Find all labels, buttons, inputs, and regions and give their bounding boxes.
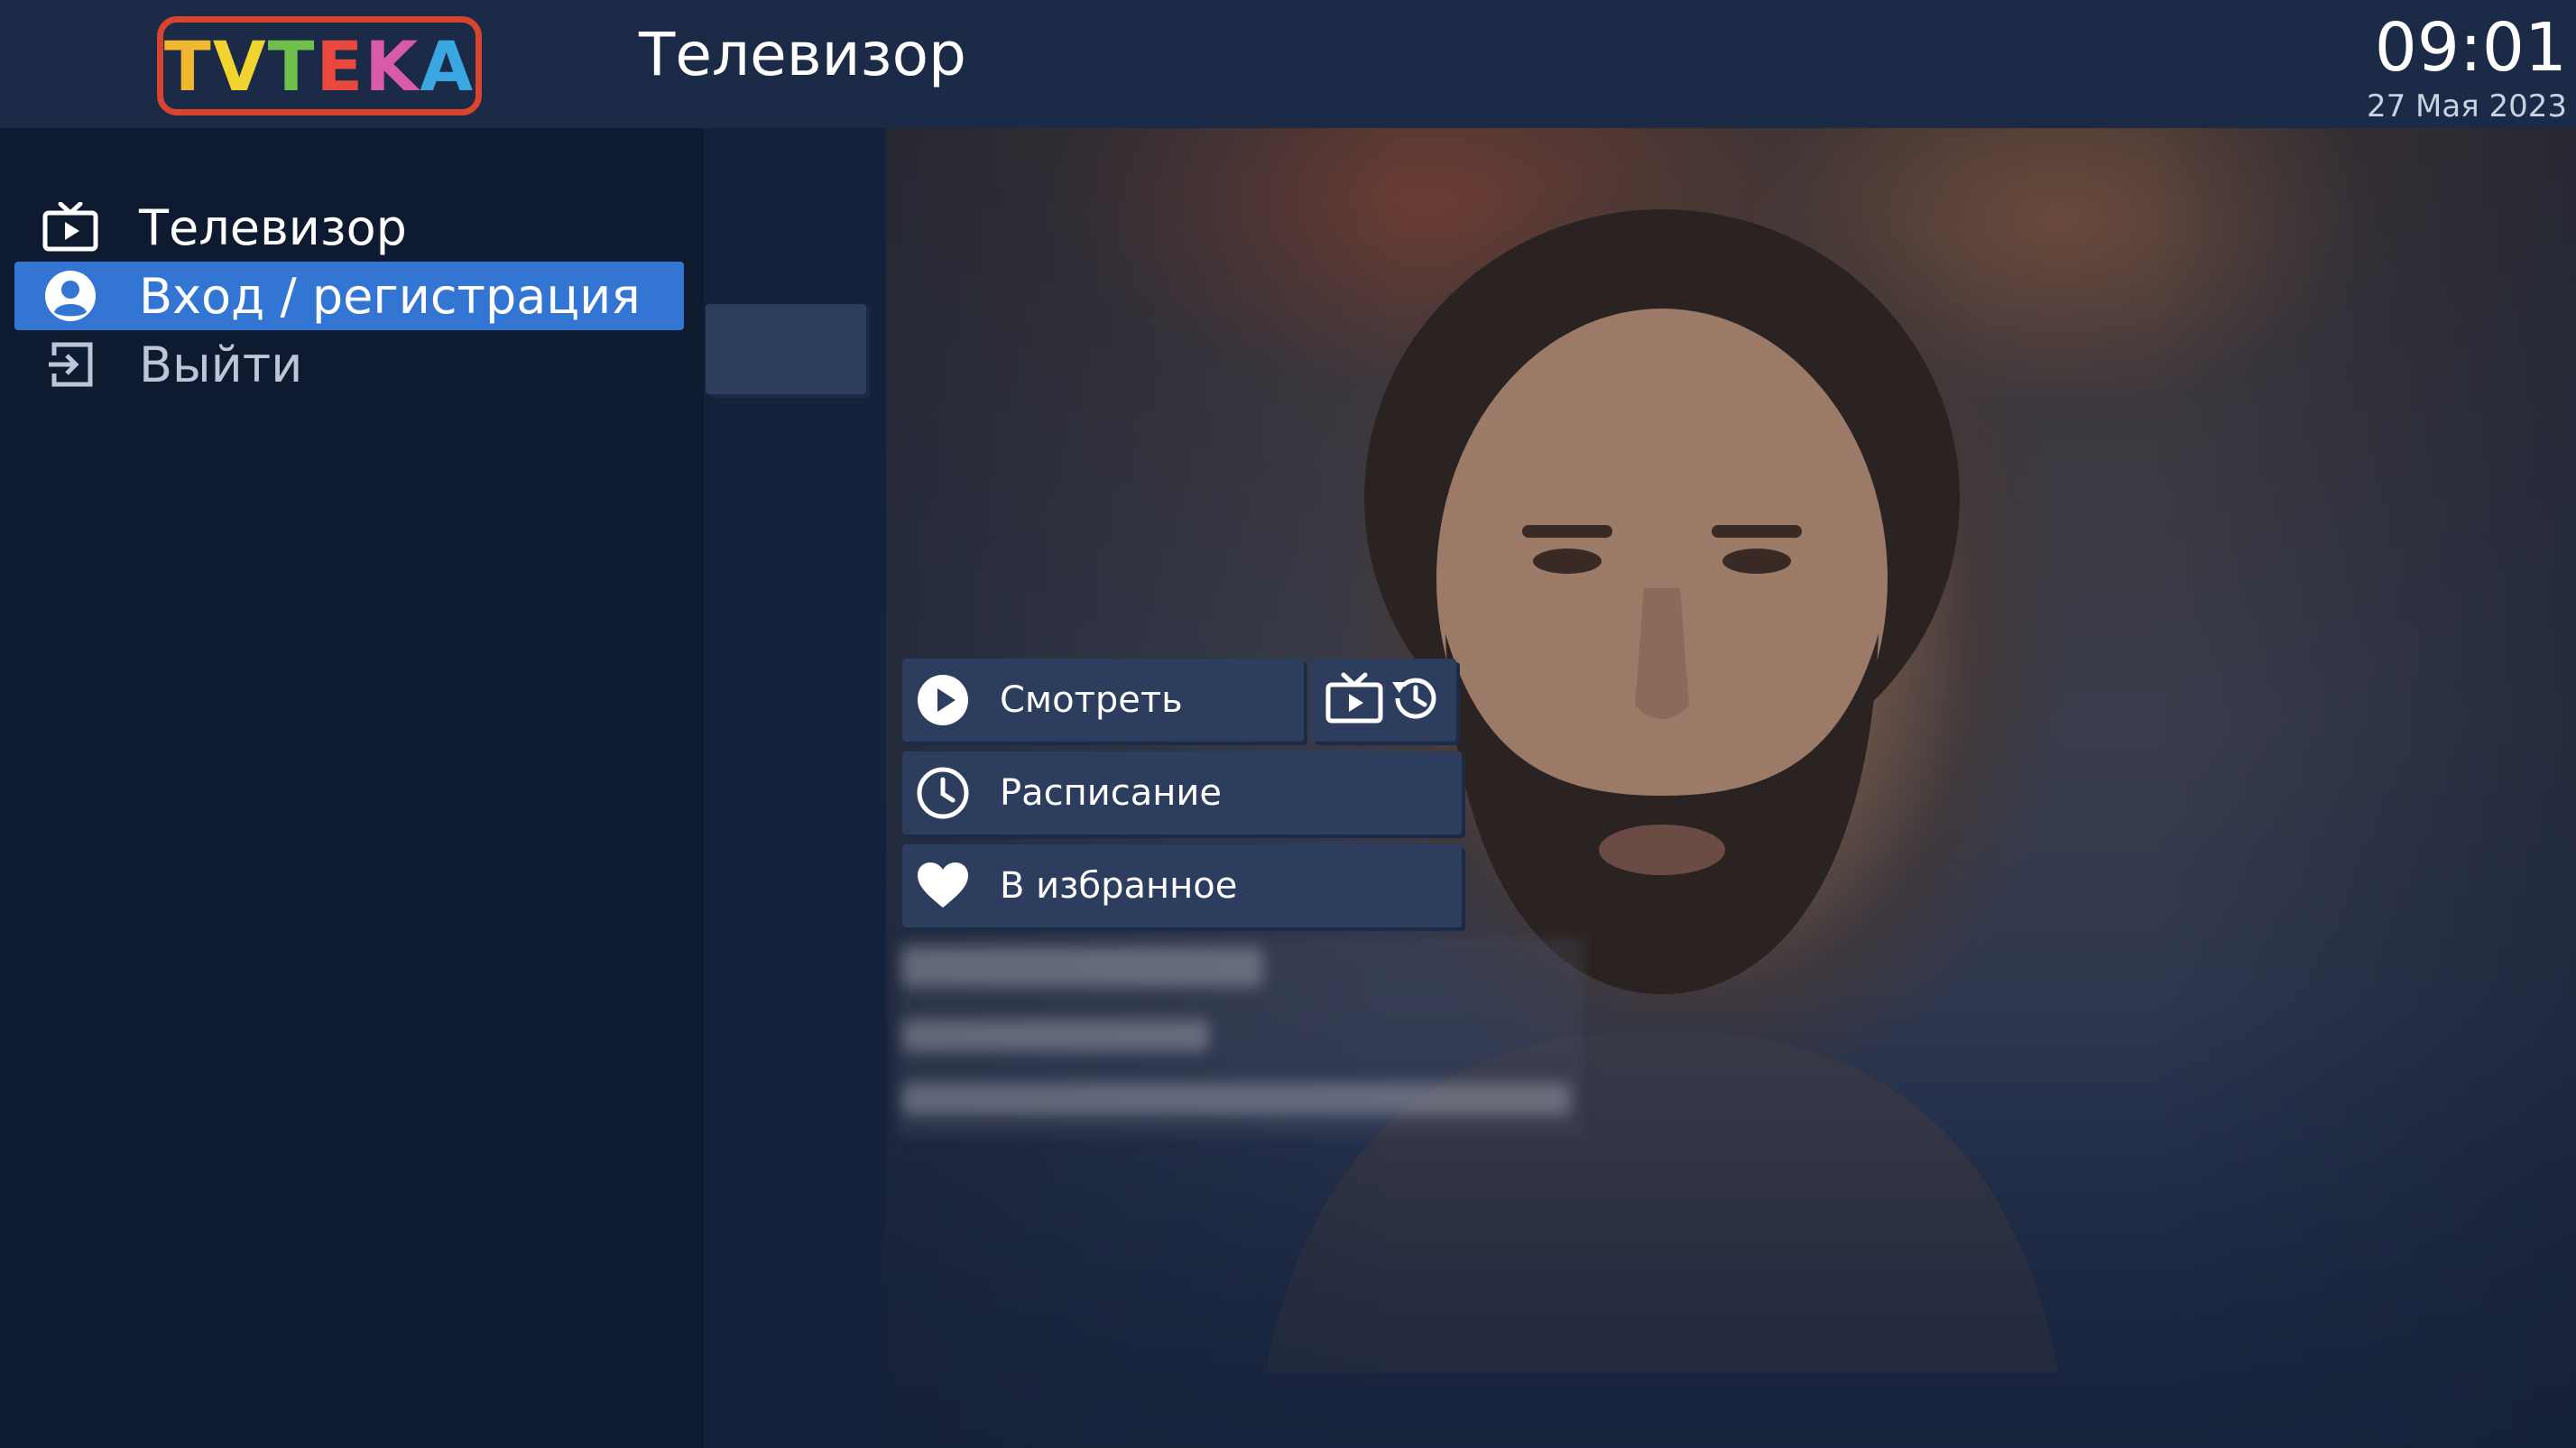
user-icon xyxy=(42,267,99,325)
history-icon xyxy=(1389,671,1443,729)
schedule-label: Расписание xyxy=(1000,772,1223,814)
sidebar-item-tv[interactable]: Телевизор xyxy=(14,193,684,262)
tv-icon xyxy=(1325,672,1383,728)
tvteka-logo: TVTEKA xyxy=(157,16,482,115)
blurred-text-line xyxy=(902,1083,1570,1115)
clock-icon xyxy=(915,765,971,821)
clock-date: 27 Мая 2023 xyxy=(2366,88,2567,125)
logout-icon xyxy=(42,336,99,393)
schedule-button[interactable]: Расписание xyxy=(902,752,1462,835)
sidebar-item-label: Вход / регистрация xyxy=(139,267,641,325)
logo-letter: K xyxy=(365,25,420,106)
watch-label: Смотреть xyxy=(1000,679,1183,721)
heart-icon xyxy=(915,858,971,914)
tv-icon xyxy=(42,198,99,256)
clock-time: 09:01 xyxy=(2374,9,2567,87)
channel-card[interactable] xyxy=(706,304,866,394)
sidebar-item-label: Телевизор xyxy=(139,198,407,256)
sidebar-menu: Телевизор Вход / регистрация Выйти xyxy=(0,128,704,1448)
logo-letter: V xyxy=(212,25,268,106)
watch-button[interactable]: Смотреть xyxy=(902,659,1304,742)
sidebar-item-label: Выйти xyxy=(139,336,303,393)
sidebar-item-logout[interactable]: Выйти xyxy=(14,330,684,399)
favorite-label: В избранное xyxy=(1000,865,1238,907)
channel-column xyxy=(704,128,886,1448)
clock: 09:01 27 Мая 2023 xyxy=(2215,7,2576,125)
favorite-button[interactable]: В избранное xyxy=(902,844,1462,927)
logo-letter: T xyxy=(163,25,213,106)
sidebar-item-login[interactable]: Вход / регистрация xyxy=(14,262,684,330)
play-icon xyxy=(915,672,971,728)
page-title: Телевизор xyxy=(639,20,966,89)
logo-letter: T xyxy=(267,25,317,106)
blurred-text-line xyxy=(902,947,1263,987)
logo-letter: E xyxy=(316,25,365,106)
logo-letter: A xyxy=(420,25,475,106)
blurred-text-line xyxy=(902,1019,1209,1052)
archive-button[interactable] xyxy=(1312,659,1456,742)
top-bar: TVTEKA Телевизор 09:01 27 Мая 2023 xyxy=(0,0,2576,128)
